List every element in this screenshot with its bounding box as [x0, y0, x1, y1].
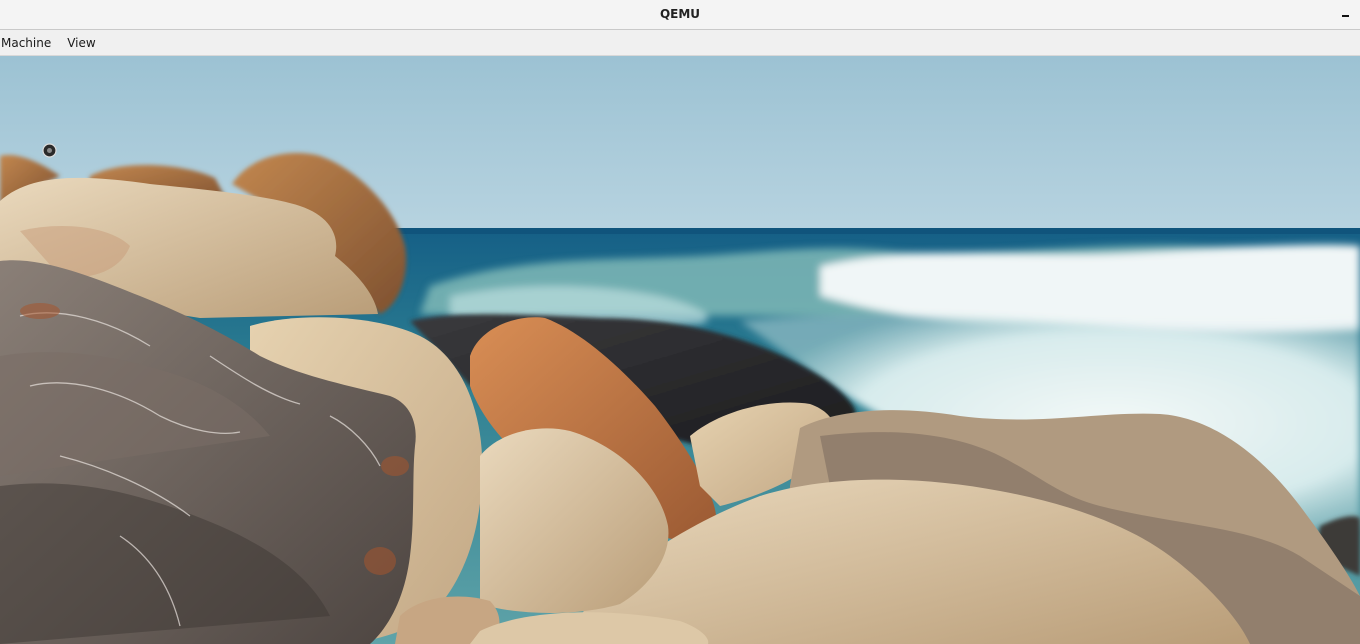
minimize-icon	[1342, 15, 1349, 17]
qemu-window: QEMU Machine View	[0, 0, 1360, 644]
menu-view[interactable]: View	[59, 30, 103, 56]
vm-display[interactable]	[0, 56, 1360, 644]
title-bar[interactable]: QEMU	[0, 0, 1360, 30]
menu-machine[interactable]: Machine	[0, 30, 59, 56]
window-title: QEMU	[659, 7, 701, 21]
menu-bar: Machine View	[0, 30, 1360, 56]
desktop-wallpaper	[0, 56, 1360, 644]
minimize-button[interactable]	[1338, 6, 1354, 22]
mouse-cursor-icon	[42, 143, 57, 158]
